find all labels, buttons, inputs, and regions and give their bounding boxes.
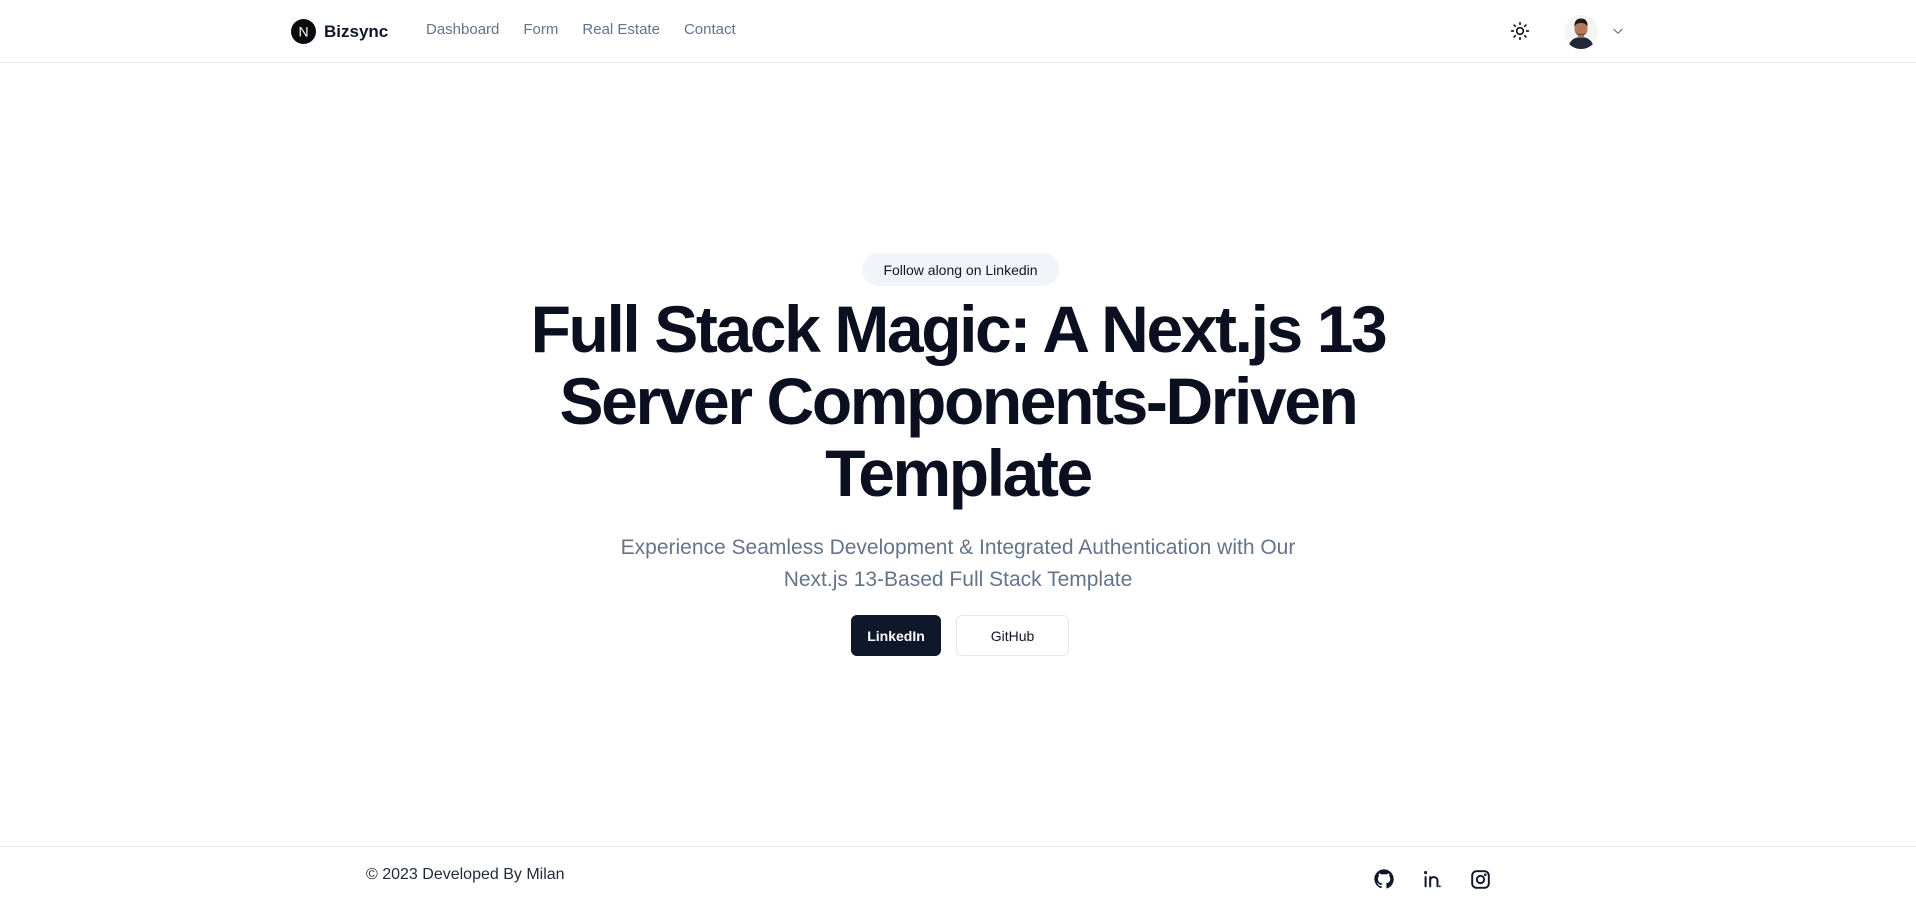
nav-link-form[interactable]: Form bbox=[523, 21, 558, 38]
user-avatar[interactable] bbox=[1564, 15, 1598, 49]
github-link[interactable] bbox=[1372, 867, 1396, 891]
follow-linkedin-pill[interactable]: Follow along on Linkedin bbox=[862, 253, 1059, 286]
brand-name: Bizsync bbox=[324, 21, 389, 41]
github-button[interactable]: GitHub bbox=[956, 615, 1069, 656]
page-title: Full Stack Magic: A Next.js 13 Server Co… bbox=[530, 292, 1388, 510]
brand-logo-icon: N bbox=[291, 19, 316, 44]
svg-text:N: N bbox=[298, 24, 308, 40]
nav-link-contact[interactable]: Contact bbox=[684, 21, 736, 38]
github-icon bbox=[1374, 869, 1394, 889]
instagram-link[interactable] bbox=[1468, 867, 1492, 891]
nav-link-dashboard[interactable]: Dashboard bbox=[426, 21, 499, 38]
nav-link-real-estate[interactable]: Real Estate bbox=[582, 21, 660, 38]
linkedin-link[interactable] bbox=[1420, 867, 1444, 891]
instagram-icon bbox=[1470, 869, 1490, 889]
linkedin-icon bbox=[1424, 871, 1441, 888]
main-nav: Dashboard Form Real Estate Contact bbox=[426, 21, 736, 38]
copyright-text: © 2023 Developed By Milan bbox=[366, 866, 565, 883]
chevron-down-icon bbox=[1613, 28, 1623, 34]
user-menu-toggle[interactable] bbox=[1609, 23, 1627, 39]
linkedin-button[interactable]: LinkedIn bbox=[851, 615, 941, 656]
site-header: N Bizsync Dashboard Form Real Estate Con… bbox=[0, 0, 1916, 63]
hero-subtitle: Experience Seamless Development & Integr… bbox=[620, 536, 1296, 591]
sun-icon bbox=[1510, 21, 1530, 41]
brand[interactable]: N Bizsync bbox=[291, 19, 388, 44]
theme-toggle-button[interactable] bbox=[1505, 18, 1535, 44]
site-footer: © 2023 Developed By Milan bbox=[0, 846, 1916, 905]
